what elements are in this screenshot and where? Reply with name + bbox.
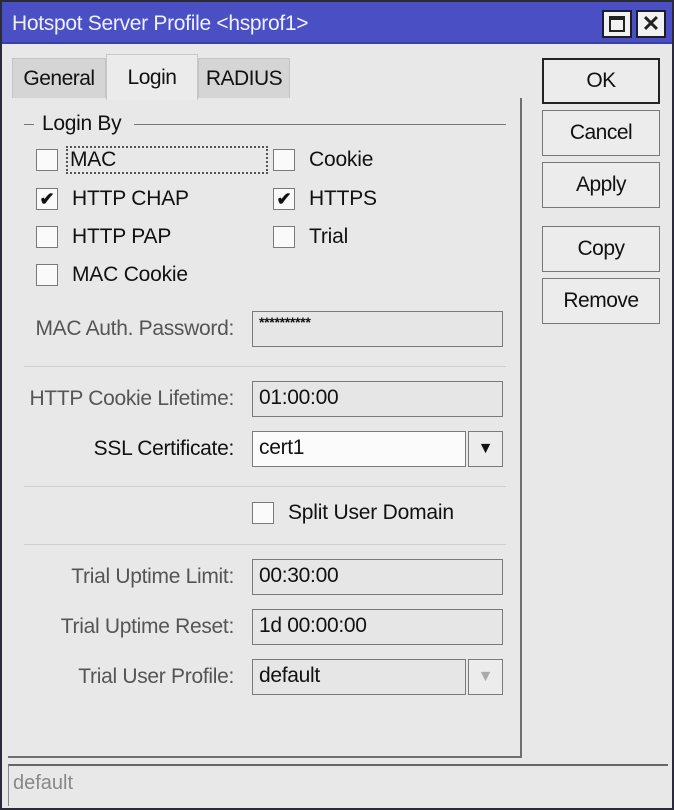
http-cookie-lifetime-label: HTTP Cookie Lifetime:: [29, 387, 234, 410]
checkbox-label: Trial: [309, 225, 349, 248]
checkbox-http-pap[interactable]: HTTP PAP: [36, 225, 171, 249]
checkbox-label: MAC Cookie: [72, 263, 188, 286]
maximize-icon: [609, 16, 625, 32]
checkbox-https[interactable]: ✔ HTTPS: [273, 187, 377, 211]
dialog-window: Hotspot Server Profile <hsprof1> ✕ Gener…: [0, 0, 674, 810]
checkbox-label: Split User Domain: [288, 501, 454, 524]
ssl-certificate-dropdown-button[interactable]: ▼: [468, 431, 503, 467]
checkbox-box[interactable]: ✔: [36, 188, 58, 210]
status-bar: default: [8, 764, 668, 806]
close-icon: ✕: [641, 11, 661, 36]
copy-button[interactable]: Copy: [542, 226, 660, 272]
title-bar[interactable]: Hotspot Server Profile <hsprof1> ✕: [2, 2, 672, 44]
trial-uptime-limit-input[interactable]: 00:30:00: [252, 559, 503, 595]
trial-uptime-limit-label: Trial Uptime Limit:: [71, 565, 234, 588]
checkbox-box[interactable]: [36, 264, 58, 286]
checkbox-box[interactable]: [36, 226, 58, 248]
checkbox-label: HTTP PAP: [72, 225, 172, 248]
ok-button[interactable]: OK: [542, 58, 660, 104]
dropdown-arrow-icon: ▼: [477, 440, 494, 457]
checkbox-http-chap[interactable]: ✔ HTTP CHAP: [36, 187, 189, 211]
status-text: default: [13, 772, 74, 794]
trial-user-profile-label: Trial User Profile:: [78, 665, 234, 688]
checkbox-mac-cookie[interactable]: MAC Cookie: [36, 263, 188, 287]
checkbox-label: Cookie: [309, 148, 374, 171]
checkbox-mac[interactable]: MAC: [36, 146, 269, 174]
trial-user-profile-select[interactable]: default: [252, 659, 466, 695]
separator: [24, 486, 506, 487]
checkbox-cookie[interactable]: Cookie: [273, 148, 373, 172]
dropdown-arrow-icon: ▼: [477, 668, 494, 685]
window-title: Hotspot Server Profile <hsprof1>: [12, 12, 309, 35]
trial-user-profile-dropdown-button[interactable]: ▼: [468, 659, 503, 695]
login-by-group-title: Login By: [42, 112, 122, 135]
checkbox-box[interactable]: [273, 149, 295, 171]
tab-general[interactable]: General: [12, 58, 106, 98]
check-icon: ✔: [39, 189, 55, 209]
tab-radius[interactable]: RADIUS: [198, 58, 290, 98]
trial-uptime-reset-input[interactable]: 1d 00:00:00: [252, 609, 503, 645]
mac-auth-password-label: MAC Auth. Password:: [35, 317, 234, 340]
ssl-certificate-label: SSL Certificate:: [93, 437, 235, 460]
mac-auth-password-input[interactable]: **********: [252, 311, 503, 347]
checkbox-box[interactable]: [36, 149, 58, 171]
http-cookie-lifetime-input[interactable]: 01:00:00: [252, 381, 503, 417]
cancel-button[interactable]: Cancel: [542, 110, 660, 156]
check-icon: ✔: [276, 189, 292, 209]
ssl-certificate-select[interactable]: cert1: [252, 431, 466, 467]
group-border: [24, 124, 34, 125]
checkbox-box[interactable]: ✔: [273, 188, 295, 210]
remove-button[interactable]: Remove: [542, 278, 660, 324]
checkbox-split-user-domain[interactable]: Split User Domain: [252, 501, 454, 525]
checkbox-trial[interactable]: Trial: [273, 225, 348, 249]
separator: [24, 544, 506, 545]
checkbox-label: HTTPS: [309, 187, 377, 210]
apply-button[interactable]: Apply: [542, 162, 660, 208]
group-border: [134, 124, 506, 125]
checkbox-box[interactable]: [273, 226, 295, 248]
tab-login[interactable]: Login: [106, 54, 198, 100]
close-button[interactable]: ✕: [636, 10, 666, 38]
trial-uptime-reset-label: Trial Uptime Reset:: [60, 615, 235, 638]
separator: [24, 366, 506, 367]
checkbox-label: HTTP CHAP: [72, 187, 189, 210]
maximize-button[interactable]: [602, 10, 632, 38]
checkbox-label: MAC: [65, 146, 269, 174]
checkbox-box[interactable]: [252, 502, 274, 524]
